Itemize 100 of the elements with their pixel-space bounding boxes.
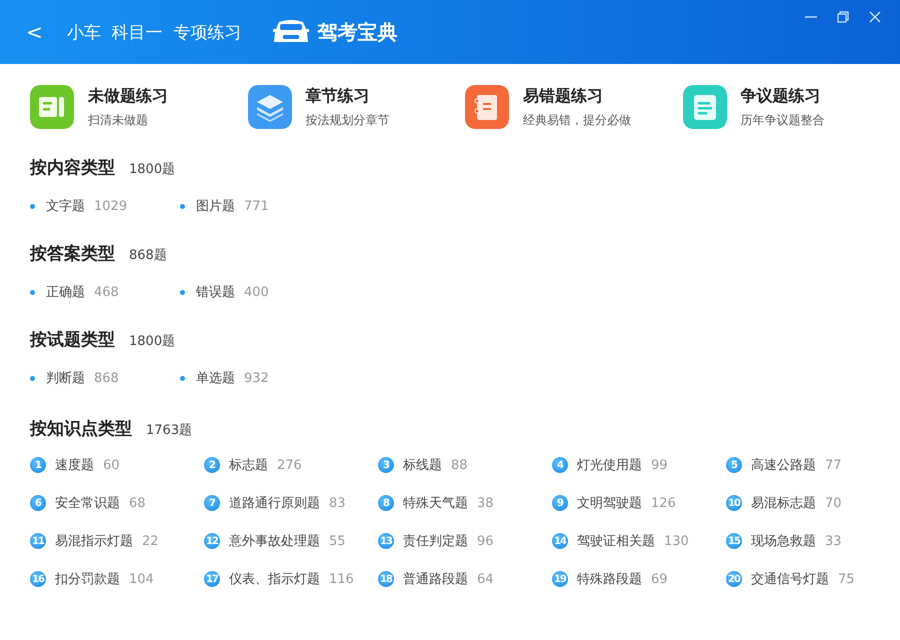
question-count: 55 bbox=[329, 534, 346, 548]
category-link[interactable]: 标志题 bbox=[229, 456, 268, 474]
category-link[interactable]: 单选题 bbox=[196, 369, 235, 387]
question-count: 468 bbox=[94, 284, 119, 300]
bullet-icon bbox=[30, 376, 35, 380]
category-link[interactable]: 正确题 bbox=[46, 283, 85, 301]
feature-subtitle: 历年争议题整合 bbox=[740, 112, 824, 128]
question-count: 22 bbox=[142, 534, 159, 548]
number-badge: 4 bbox=[552, 457, 568, 473]
question-count: 83 bbox=[329, 496, 346, 510]
category-link[interactable]: 文明驾驶题 bbox=[577, 494, 642, 512]
category-link[interactable]: 标线题 bbox=[403, 456, 442, 474]
question-count: 96 bbox=[477, 534, 494, 548]
section-count: 1763题 bbox=[146, 422, 192, 439]
number-badge: 13 bbox=[378, 533, 394, 549]
category-link[interactable]: 道路通行原则题 bbox=[229, 494, 320, 512]
question-count: 276 bbox=[277, 458, 302, 472]
category-link[interactable]: 驾驶证相关题 bbox=[577, 532, 655, 550]
question-count: 932 bbox=[244, 370, 269, 386]
close-icon[interactable] bbox=[868, 10, 882, 24]
document-icon[interactable] bbox=[682, 85, 726, 129]
number-badge: 6 bbox=[30, 495, 46, 511]
category-link[interactable]: 交通信号灯题 bbox=[751, 570, 829, 588]
bullet-icon bbox=[30, 290, 35, 294]
category-link[interactable]: 普通路段题 bbox=[403, 570, 468, 588]
document-icon[interactable] bbox=[30, 85, 74, 129]
question-count: 33 bbox=[825, 534, 842, 548]
number-badge: 3 bbox=[378, 457, 394, 473]
section-title: 按答案类型 bbox=[30, 243, 115, 265]
category-link[interactable]: 特殊天气题 bbox=[403, 494, 468, 512]
number-badge: 9 bbox=[552, 495, 568, 511]
number-badge: 17 bbox=[204, 571, 220, 587]
category-link[interactable]: 图片题 bbox=[196, 197, 235, 215]
bullet-icon bbox=[180, 376, 185, 380]
question-count: 75 bbox=[838, 572, 855, 586]
category-link[interactable]: 扣分罚款题 bbox=[55, 570, 120, 588]
question-count: 38 bbox=[477, 496, 494, 510]
bullet-icon bbox=[30, 204, 35, 208]
number-badge: 12 bbox=[204, 533, 220, 549]
question-count: 868 bbox=[94, 370, 119, 386]
number-badge: 11 bbox=[30, 533, 46, 549]
category-link[interactable]: 特殊路段题 bbox=[577, 570, 642, 588]
window-title: 小车 科目一 专项练习 bbox=[66, 22, 242, 44]
number-badge: 19 bbox=[552, 571, 568, 587]
section-count: 868题 bbox=[129, 247, 167, 264]
question-count: 60 bbox=[103, 458, 120, 472]
feature-subtitle: 经典易错，提分必做 bbox=[523, 112, 631, 128]
feature-title[interactable]: 未做题练习 bbox=[88, 86, 168, 106]
number-badge: 16 bbox=[30, 571, 46, 587]
category-link[interactable]: 易混指示灯题 bbox=[55, 532, 133, 550]
category-link[interactable]: 现场急救题 bbox=[751, 532, 816, 550]
maximize-icon[interactable] bbox=[836, 10, 850, 24]
question-count: 126 bbox=[651, 496, 676, 510]
question-count: 104 bbox=[129, 572, 154, 586]
question-count: 77 bbox=[825, 458, 842, 472]
question-count: 400 bbox=[244, 284, 269, 300]
category-link[interactable]: 错误题 bbox=[196, 283, 235, 301]
feature-subtitle: 按法规划分章节 bbox=[306, 112, 390, 128]
number-badge: 1 bbox=[30, 457, 46, 473]
category-link[interactable]: 易混标志题 bbox=[751, 494, 816, 512]
question-count: 130 bbox=[664, 534, 689, 548]
bullet-icon bbox=[180, 290, 185, 294]
number-badge: 2 bbox=[204, 457, 220, 473]
section-count: 1800题 bbox=[129, 161, 176, 178]
number-badge: 14 bbox=[552, 533, 568, 549]
section-title: 按内容类型 bbox=[30, 157, 115, 179]
feature-title[interactable]: 争议题练习 bbox=[740, 86, 824, 106]
section-count: 1800题 bbox=[129, 333, 176, 350]
question-count: 70 bbox=[825, 496, 842, 510]
number-badge: 15 bbox=[726, 533, 742, 549]
category-link[interactable]: 安全常识题 bbox=[55, 494, 120, 512]
feature-title[interactable]: 易错题练习 bbox=[523, 86, 631, 106]
category-link[interactable]: 灯光使用题 bbox=[577, 456, 642, 474]
document-icon[interactable] bbox=[465, 85, 509, 129]
category-link[interactable]: 意外事故处理题 bbox=[229, 532, 320, 550]
feature-title[interactable]: 章节练习 bbox=[306, 86, 390, 106]
layers-icon[interactable] bbox=[248, 85, 292, 129]
number-badge: 10 bbox=[726, 495, 742, 511]
number-badge: 5 bbox=[726, 457, 742, 473]
category-link[interactable]: 判断题 bbox=[46, 369, 85, 387]
question-count: 116 bbox=[329, 572, 354, 586]
category-link[interactable]: 高速公路题 bbox=[751, 456, 816, 474]
number-badge: 20 bbox=[726, 571, 742, 587]
category-link[interactable]: 速度题 bbox=[55, 456, 94, 474]
question-count: 64 bbox=[477, 572, 494, 586]
feature-subtitle: 扫清未做题 bbox=[88, 112, 149, 128]
bullet-icon bbox=[180, 204, 185, 208]
question-count: 1029 bbox=[94, 198, 128, 214]
category-link[interactable]: 责任判定题 bbox=[403, 532, 468, 550]
question-count: 771 bbox=[244, 198, 269, 214]
question-count: 69 bbox=[651, 572, 668, 586]
category-link[interactable]: 文字题 bbox=[46, 197, 85, 215]
number-badge: 8 bbox=[378, 495, 394, 511]
number-badge: 18 bbox=[378, 571, 394, 587]
category-link[interactable]: 仪表、指示灯题 bbox=[229, 570, 320, 588]
question-count: 68 bbox=[129, 496, 146, 510]
number-badge: 7 bbox=[204, 495, 220, 511]
question-count: 99 bbox=[651, 458, 668, 472]
app-logo: 驾考宝典 bbox=[317, 18, 398, 46]
section-title: 按试题类型 bbox=[30, 329, 115, 351]
